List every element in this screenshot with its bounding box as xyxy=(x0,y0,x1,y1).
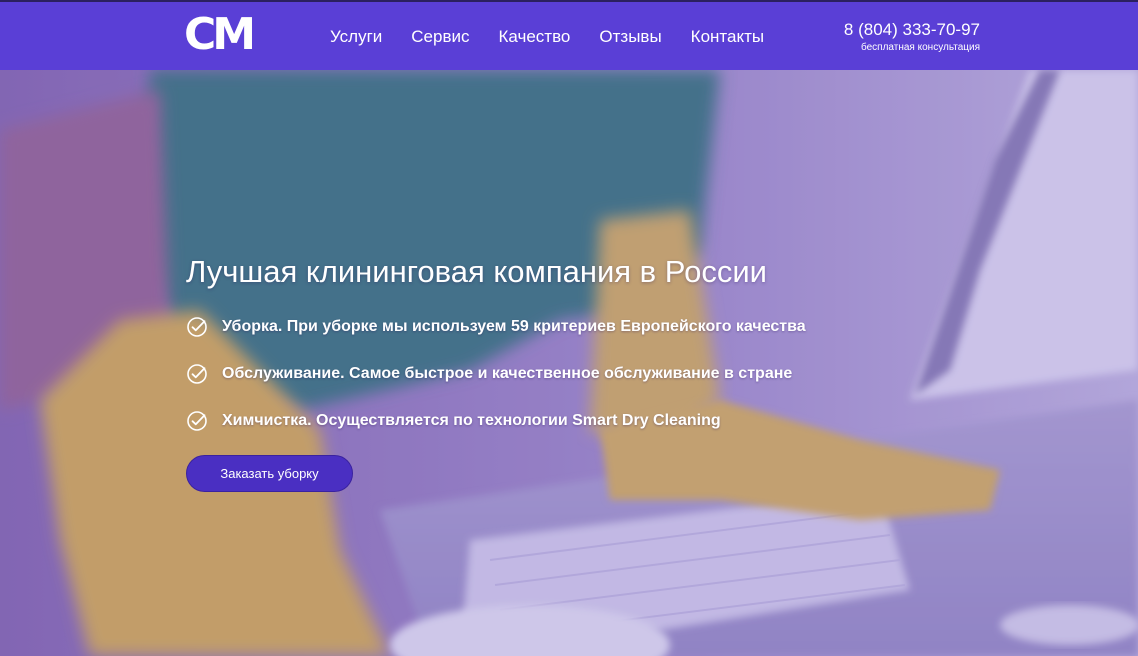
check-circle-icon xyxy=(187,364,207,384)
order-cleaning-button[interactable]: Заказать уборку xyxy=(186,455,353,492)
nav-link-contacts[interactable]: Контакты xyxy=(691,26,764,48)
main-nav: Услуги Сервис Качество Отзывы Контакты xyxy=(330,26,793,48)
feature-item-dry-cleaning: Химчистка. Осуществляется по технологии … xyxy=(186,409,886,433)
feature-item-cleaning: Уборка. При уборке мы используем 59 крит… xyxy=(186,315,886,339)
feature-item-service: Обслуживание. Самое быстрое и качественн… xyxy=(186,362,886,386)
nav-link-services[interactable]: Услуги xyxy=(330,26,382,48)
phone-block: 8 (804) 333-70-97 бесплатная консультаци… xyxy=(844,20,980,54)
nav-link-quality[interactable]: Качество xyxy=(499,26,571,48)
feature-text: Обслуживание. Самое быстрое и качественн… xyxy=(222,365,793,382)
site-header: CM Услуги Сервис Качество Отзывы Контакт… xyxy=(0,0,1138,70)
nav-link-service[interactable]: Сервис xyxy=(411,26,469,48)
phone-caption: бесплатная консультация xyxy=(861,42,980,53)
feature-text: Химчистка. Осуществляется по технологии … xyxy=(222,412,721,429)
hero-section: Лучшая клининговая компания в России Убо… xyxy=(0,70,1138,656)
hero-title: Лучшая клининговая компания в России xyxy=(186,254,767,289)
hero-content: Лучшая клининговая компания в России Убо… xyxy=(186,253,886,456)
feature-list: Уборка. При уборке мы используем 59 крит… xyxy=(186,315,886,433)
check-circle-icon xyxy=(187,317,207,337)
check-circle-icon xyxy=(187,411,207,431)
logo[interactable]: CM xyxy=(184,13,256,57)
phone-number[interactable]: 8 (804) 333-70-97 xyxy=(844,20,980,40)
nav-link-reviews[interactable]: Отзывы xyxy=(599,26,661,48)
feature-text: Уборка. При уборке мы используем 59 крит… xyxy=(222,318,806,335)
